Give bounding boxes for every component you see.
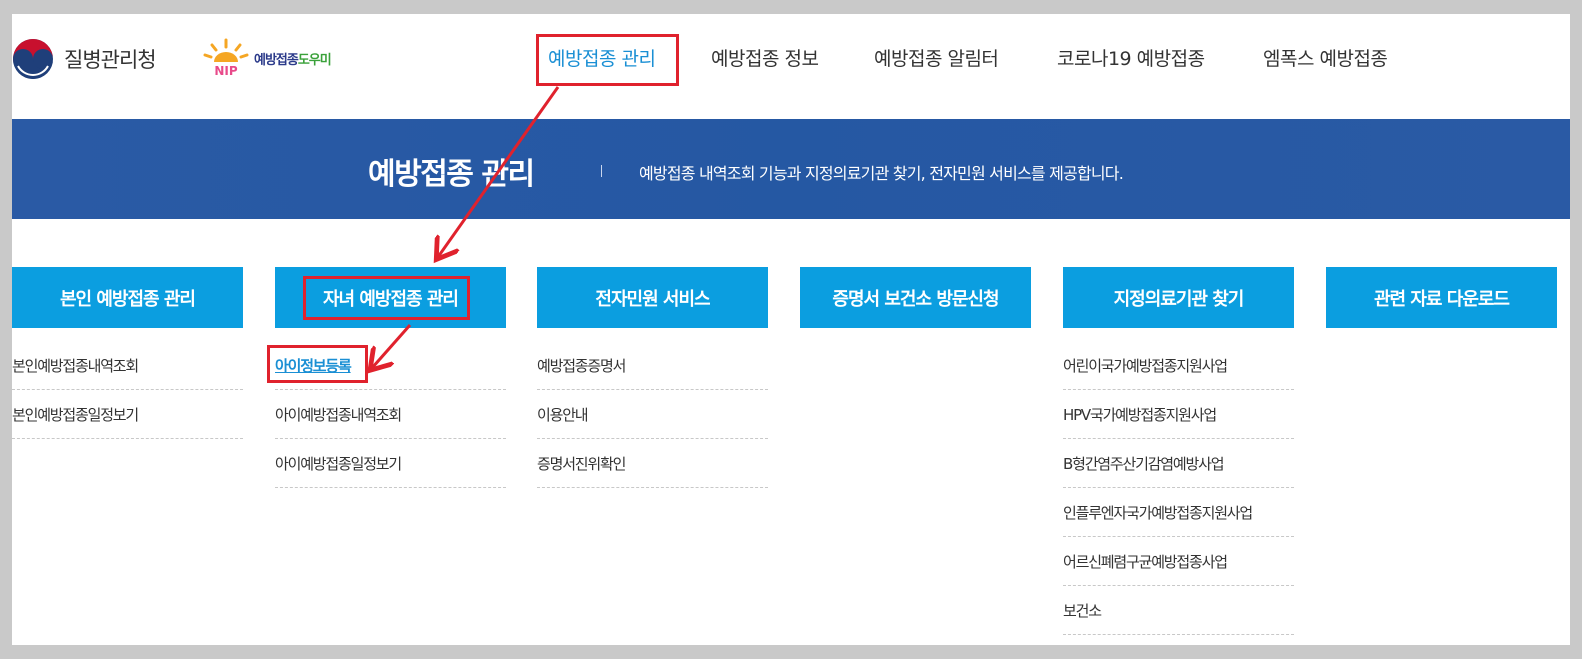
menu-link[interactable]: 예방접종증명서 (537, 341, 768, 390)
nav-covid19-vaccination[interactable]: 코로나19 예방접종 (1057, 44, 1205, 71)
menu-col-self: 본인 예방접종 관리 본인예방접종내역조회 본인예방접종일정보기 (12, 267, 243, 439)
menu-head-e-civil-service[interactable]: 전자민원 서비스 (537, 267, 768, 328)
menu-link[interactable]: 어르신폐렴구균예방접종사업 (1063, 537, 1294, 586)
menu-link[interactable]: B형간염주산기감염예방사업 (1063, 439, 1294, 488)
ntip-logo-main: 예방접종 (254, 53, 299, 68)
kdca-logo[interactable]: 질병관리청 (12, 38, 157, 80)
menu-link-child-register[interactable]: 아이정보등록 (275, 341, 506, 390)
kdca-taegeuk-icon (13, 39, 53, 79)
banner-divider (601, 165, 602, 177)
menu-head-child-vaccination[interactable]: 자녀 예방접종 관리 (275, 267, 506, 328)
ntip-logo[interactable]: NIP 예방접종도우미 (202, 38, 332, 78)
menu-list-self: 본인예방접종내역조회 본인예방접종일정보기 (12, 341, 243, 439)
nav-vaccination-management[interactable]: 예방접종 관리 (548, 44, 656, 71)
menu-head-self-vaccination[interactable]: 본인 예방접종 관리 (12, 267, 243, 328)
menu-col-child: 자녀 예방접종 관리 아이정보등록 아이예방접종내역조회 아이예방접종일정보기 (275, 267, 506, 488)
menu-link[interactable]: 인플루엔자국가예방접종지원사업 (1063, 488, 1294, 537)
menu-link[interactable]: 아이예방접종일정보기 (275, 439, 506, 488)
nav-mpox-vaccination[interactable]: 엠폭스 예방접종 (1263, 44, 1388, 71)
menu-link[interactable]: 본인예방접종내역조회 (12, 341, 243, 390)
menu-col-download: 관련 자료 다운로드 (1326, 267, 1557, 328)
menu-link[interactable]: 아이예방접종내역조회 (275, 390, 506, 439)
nav-vaccination-info[interactable]: 예방접종 정보 (711, 44, 819, 71)
nav-vaccination-notice[interactable]: 예방접종 알림터 (874, 44, 999, 71)
menu-col-certificate: 증명서 보건소 방문신청 (800, 267, 1031, 328)
menu-head-certificate-visit[interactable]: 증명서 보건소 방문신청 (800, 267, 1031, 328)
menu-link[interactable]: 이용안내 (537, 390, 768, 439)
menu-col-clinic: 지정의료기관 찾기 어린이국가예방접종지원사업 HPV국가예방접종지원사업 B형… (1063, 267, 1294, 635)
menu-list-child: 아이정보등록 아이예방접종내역조회 아이예방접종일정보기 (275, 341, 506, 488)
menu-link[interactable]: HPV국가예방접종지원사업 (1063, 390, 1294, 439)
ntip-logo-accent: 도우미 (297, 53, 332, 68)
menu-link[interactable]: 보건소 (1063, 586, 1294, 635)
banner-title: 예방접종 관리 (368, 157, 535, 192)
site-header: 질병관리청 NIP 예방접종도우미 예방접종 관리 예방접종 정보 예방접종 알… (12, 14, 1570, 119)
banner-description: 예방접종 내역조회 기능과 지정의료기관 찾기, 전자민원 서비스를 제공합니다… (639, 164, 1124, 183)
menu-link[interactable]: 본인예방접종일정보기 (12, 390, 243, 439)
kdca-logo-text: 질병관리청 (64, 48, 157, 72)
menu-link[interactable]: 증명서진위확인 (537, 439, 768, 488)
menu-link[interactable]: 어린이국가예방접종지원사업 (1063, 341, 1294, 390)
menu-list-e-civil: 예방접종증명서 이용안내 증명서진위확인 (537, 341, 768, 488)
ntip-logo-text: 예방접종도우미 (254, 49, 332, 68)
page-banner: 예방접종 관리 예방접종 내역조회 기능과 지정의료기관 찾기, 전자민원 서비… (12, 119, 1570, 219)
menu-col-e-civil: 전자민원 서비스 예방접종증명서 이용안내 증명서진위확인 (537, 267, 768, 488)
menu-list-clinic: 어린이국가예방접종지원사업 HPV국가예방접종지원사업 B형간염주산기감염예방사… (1063, 341, 1294, 635)
page: 질병관리청 NIP 예방접종도우미 예방접종 관리 예방접종 정보 예방접종 알… (12, 14, 1570, 645)
ntip-sun-icon: NIP (203, 38, 249, 78)
ntip-emblem-letters: NIP (214, 64, 238, 78)
menu-head-find-clinic[interactable]: 지정의료기관 찾기 (1063, 267, 1294, 328)
menu-head-download[interactable]: 관련 자료 다운로드 (1326, 267, 1557, 328)
